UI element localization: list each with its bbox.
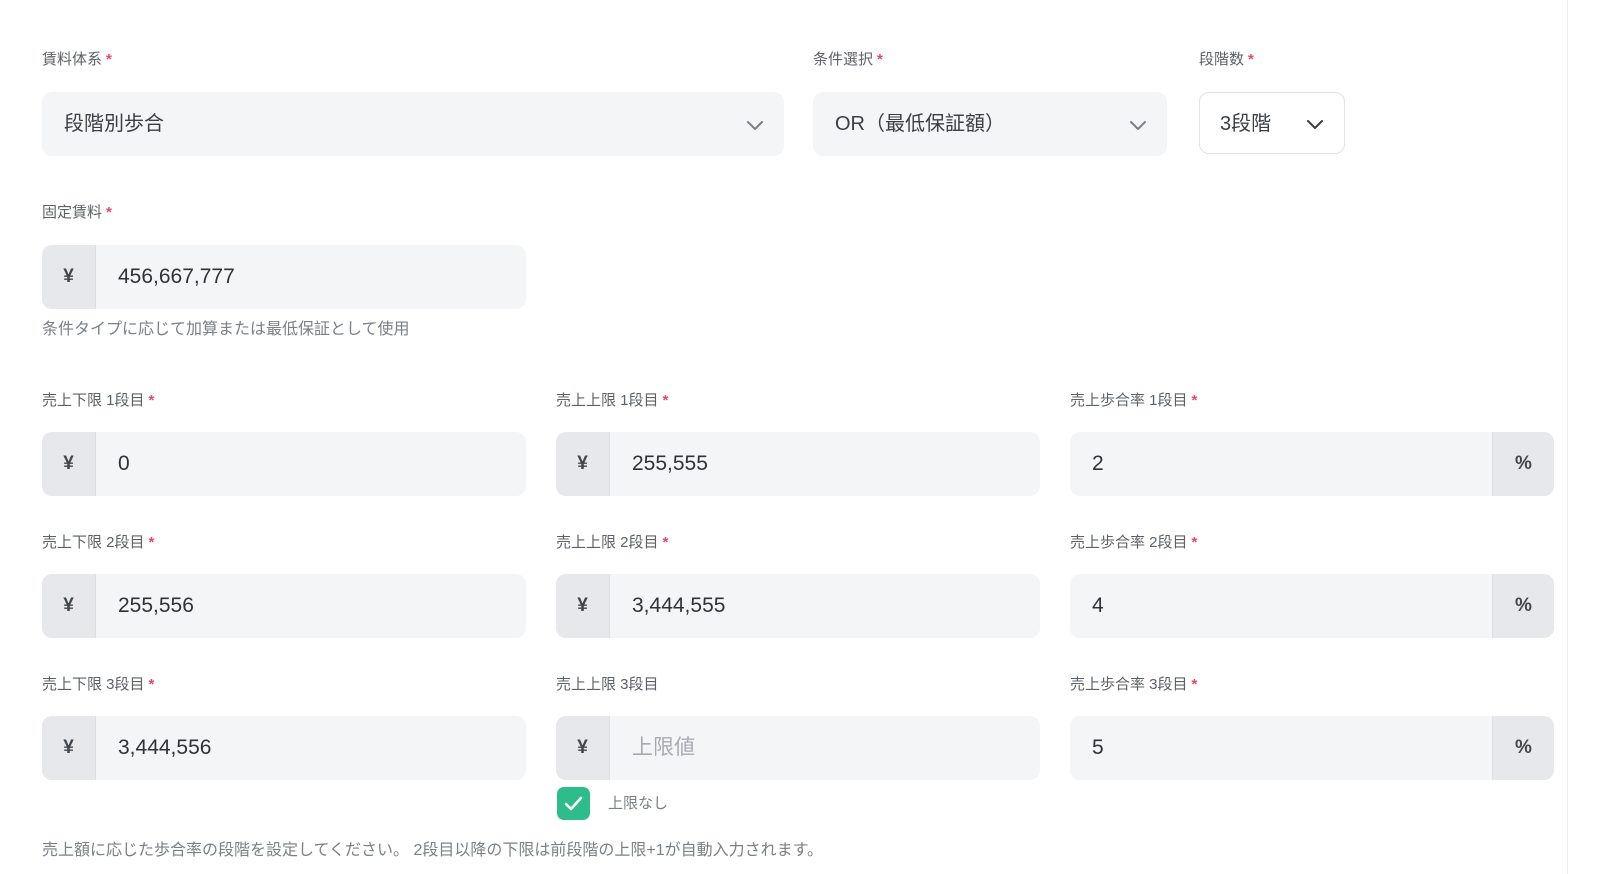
tier1-rate-label: 売上歩合率 1段目 * bbox=[1070, 392, 1198, 409]
tier1-lower-label: 売上下限 1段目 * bbox=[42, 392, 155, 409]
no-upper-limit-checkbox[interactable] bbox=[557, 787, 590, 820]
steps-label: 段階数 * bbox=[1199, 51, 1254, 68]
checkmark-icon bbox=[564, 796, 583, 811]
yen-prefix: ¥ bbox=[556, 574, 610, 638]
tier2-upper-input[interactable] bbox=[632, 574, 1032, 638]
tier1-lower-input[interactable] bbox=[118, 432, 518, 496]
rent-type-value: 段階別歩合 bbox=[64, 113, 164, 135]
tier2-rate-input[interactable] bbox=[1092, 574, 1482, 638]
required-mark: * bbox=[106, 204, 112, 221]
required-mark: * bbox=[1191, 676, 1198, 693]
tier2-rate-group: % bbox=[1070, 574, 1554, 638]
steps-value: 3段階 bbox=[1220, 113, 1272, 135]
yen-prefix: ¥ bbox=[42, 716, 96, 780]
tier3-upper-input[interactable] bbox=[632, 716, 1032, 780]
chevron-down-icon bbox=[747, 121, 763, 130]
tier1-rate-group: % bbox=[1070, 432, 1554, 496]
tier1-lower-group: ¥ bbox=[42, 432, 526, 496]
required-mark: * bbox=[148, 534, 155, 551]
percent-suffix: % bbox=[1492, 432, 1554, 496]
condition-label: 条件選択 * bbox=[813, 51, 883, 68]
tier3-rate-input[interactable] bbox=[1092, 716, 1482, 780]
tier3-rate-label: 売上歩合率 3段目 * bbox=[1070, 676, 1198, 693]
required-mark: * bbox=[1191, 392, 1198, 409]
yen-prefix: ¥ bbox=[42, 574, 96, 638]
tier2-rate-label: 売上歩合率 2段目 * bbox=[1070, 534, 1198, 551]
required-mark: * bbox=[1191, 534, 1198, 551]
tiers-helper: 売上額に応じた歩合率の段階を設定してください。 2段目以降の下限は前段階の上限+… bbox=[42, 842, 824, 859]
tier2-upper-label: 売上上限 2段目 * bbox=[556, 534, 669, 551]
tier3-upper-group: ¥ bbox=[556, 716, 1040, 780]
percent-suffix: % bbox=[1492, 574, 1554, 638]
condition-value: OR（最低保証額） bbox=[835, 113, 1005, 135]
yen-prefix: ¥ bbox=[42, 432, 96, 496]
steps-select[interactable]: 3段階 bbox=[1199, 92, 1345, 154]
chevron-down-icon bbox=[1307, 120, 1323, 129]
required-mark: * bbox=[662, 534, 669, 551]
tier1-upper-group: ¥ bbox=[556, 432, 1040, 496]
percent-suffix: % bbox=[1492, 716, 1554, 780]
required-mark: * bbox=[1248, 51, 1254, 68]
tier2-lower-label: 売上下限 2段目 * bbox=[42, 534, 155, 551]
chevron-down-icon bbox=[1130, 121, 1146, 130]
rent-type-label: 賃料体系 * bbox=[42, 51, 112, 68]
tier1-upper-input[interactable] bbox=[632, 432, 1032, 496]
tier1-rate-input[interactable] bbox=[1092, 432, 1482, 496]
tier2-upper-group: ¥ bbox=[556, 574, 1040, 638]
required-mark: * bbox=[662, 392, 669, 409]
tier3-lower-input[interactable] bbox=[118, 716, 518, 780]
yen-prefix: ¥ bbox=[556, 432, 610, 496]
tier3-rate-group: % bbox=[1070, 716, 1554, 780]
fixed-rent-input-group: ¥ bbox=[42, 245, 526, 309]
fixed-rent-input[interactable] bbox=[118, 245, 518, 309]
tier2-lower-group: ¥ bbox=[42, 574, 526, 638]
required-mark: * bbox=[106, 51, 112, 68]
yen-prefix: ¥ bbox=[42, 245, 96, 309]
tier3-lower-label: 売上下限 3段目 * bbox=[42, 676, 155, 693]
required-mark: * bbox=[877, 51, 883, 68]
fixed-rent-helper: 条件タイプに応じて加算または最低保証として使用 bbox=[42, 321, 410, 338]
tier3-upper-label: 売上上限 3段目 bbox=[556, 676, 659, 693]
condition-select[interactable]: OR（最低保証額） bbox=[813, 92, 1167, 156]
fixed-rent-label: 固定賃料 * bbox=[42, 204, 112, 221]
yen-prefix: ¥ bbox=[556, 716, 610, 780]
scroll-edge bbox=[1567, 0, 1600, 874]
tier1-upper-label: 売上上限 1段目 * bbox=[556, 392, 669, 409]
no-upper-limit-label[interactable]: 上限なし bbox=[608, 792, 668, 813]
tier2-lower-input[interactable] bbox=[118, 574, 518, 638]
tier3-lower-group: ¥ bbox=[42, 716, 526, 780]
required-mark: * bbox=[148, 676, 155, 693]
required-mark: * bbox=[148, 392, 155, 409]
rent-type-select[interactable]: 段階別歩合 bbox=[42, 92, 784, 156]
